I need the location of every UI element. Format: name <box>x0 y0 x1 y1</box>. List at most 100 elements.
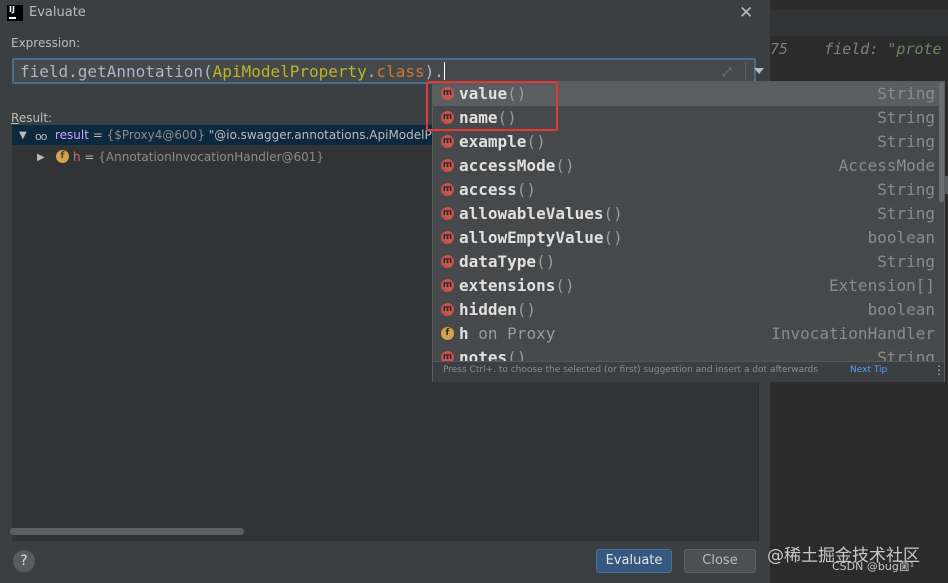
expression-text[interactable]: field.getAnnotation(ApiModelProperty.cla… <box>20 62 445 81</box>
editor-edge-marker <box>944 176 948 194</box>
close-button[interactable]: Close <box>684 549 756 573</box>
text-caret <box>443 62 445 80</box>
equals-sign: = <box>88 128 107 142</box>
annotation-highlight-box <box>426 81 558 131</box>
completion-item-label: allowEmptyValue <box>459 228 604 247</box>
method-icon: m <box>441 159 454 172</box>
completion-item-signature: () <box>516 180 537 199</box>
completion-item[interactable]: fh on Proxy InvocationHandler <box>433 322 939 346</box>
completion-item-type: String <box>877 348 935 361</box>
expression-part-dot: . <box>366 62 377 81</box>
dialog-title: Evaluate <box>29 5 86 20</box>
completion-item[interactable]: m access() String <box>433 178 939 202</box>
editor-code-line: 75 field: "prote <box>770 40 948 58</box>
expression-part-receiver: field.getAnnotation( <box>20 62 213 81</box>
completion-item-name: hidden() <box>459 300 536 319</box>
completion-item[interactable]: m accessMode() AccessMode <box>433 154 939 178</box>
completion-item-signature: () <box>555 276 575 295</box>
completion-item-signature: () <box>555 156 575 175</box>
completion-item-type: AccessMode <box>838 156 935 175</box>
evaluate-button[interactable]: Evaluate <box>596 549 672 573</box>
completion-item[interactable]: m allowableValues() String <box>433 202 939 226</box>
expression-part-close: ). <box>424 62 444 81</box>
title-bar[interactable]: IJ Evaluate ✕ <box>0 0 770 26</box>
editor-string: "prote <box>887 40 942 58</box>
completion-item-name: example() <box>459 132 546 151</box>
completion-item-label: dataType <box>459 252 537 271</box>
method-icon: m <box>441 207 454 220</box>
variable-id: {AnnotationInvocationHandler@601} <box>98 150 325 164</box>
help-button[interactable]: ? <box>13 550 35 572</box>
completion-item[interactable]: m allowEmptyValue() boolean <box>433 226 939 250</box>
dropdown-separator <box>745 62 746 80</box>
expression-part-keyword: class <box>376 62 425 81</box>
field-icon: f <box>441 327 454 340</box>
variable-value: "@io.swagger.annotations.ApiModelProp <box>208 128 452 142</box>
completion-item-type: InvocationHandler <box>771 324 935 343</box>
completion-item-label: extensions <box>459 276 556 295</box>
result-label-mnemonic: R <box>11 111 19 125</box>
completion-item-name: allowEmptyValue() <box>459 228 623 247</box>
method-icon: m <box>441 303 454 316</box>
watch-glasses-icon: oo <box>35 130 48 143</box>
variable-name: result <box>55 128 89 142</box>
expression-label: Expression: <box>11 36 81 50</box>
variable-id: {$Proxy4@600} <box>106 128 209 142</box>
completion-item[interactable]: m extensions() Extension[] <box>433 274 939 298</box>
completion-item-signature: () <box>516 300 537 319</box>
completion-item-label: accessMode <box>459 156 556 175</box>
completion-item-signature: () <box>526 132 546 151</box>
chevron-down-icon[interactable]: ▼ <box>19 130 27 141</box>
close-icon[interactable]: ✕ <box>739 3 753 23</box>
expression-part-class: ApiModelProperty <box>212 62 367 81</box>
completion-item-type: String <box>877 180 935 199</box>
completion-item[interactable]: m hidden() boolean <box>433 298 939 322</box>
equals-sign: = <box>80 150 99 164</box>
method-icon: m <box>441 255 454 268</box>
completion-item-signature: on Proxy <box>468 324 556 343</box>
completion-item-name: access() <box>459 180 536 199</box>
completion-item-label: notes <box>459 348 508 361</box>
method-icon: m <box>441 135 454 148</box>
completion-item[interactable]: m dataType() String <box>433 250 939 274</box>
completion-item-type: String <box>877 84 935 103</box>
next-tip-link[interactable]: Next Tip <box>850 365 887 375</box>
result-label-rest: esult: <box>18 111 53 125</box>
more-options-icon[interactable]: ⋮ <box>933 363 945 377</box>
completion-item-name: extensions() <box>459 276 575 295</box>
watermark-csdn: CSDN @bug菌¹ <box>832 560 915 573</box>
completion-item-name: dataType() <box>459 252 555 271</box>
completion-item-label: allowableValues <box>459 204 604 223</box>
chevron-right-icon[interactable]: ▶ <box>37 152 45 163</box>
history-dropdown-icon[interactable] <box>754 68 764 74</box>
completion-item-type: String <box>877 132 935 151</box>
completion-item-signature: () <box>603 228 623 247</box>
completion-item-signature: () <box>536 252 556 271</box>
method-icon: m <box>441 351 454 361</box>
completion-item-label: h <box>459 324 469 343</box>
completion-item-type: boolean <box>867 228 935 247</box>
horizontal-scrollbar[interactable] <box>10 528 244 535</box>
completion-item-label: access <box>459 180 517 199</box>
method-icon: m <box>441 183 454 196</box>
editor-keyword: field: <box>824 40 879 58</box>
completion-item-type: String <box>877 204 935 223</box>
variable-name: h <box>73 150 81 164</box>
tree-row-text: result = {$Proxy4@600} "@io.swagger.anno… <box>55 128 451 142</box>
completion-item-signature: () <box>507 348 527 361</box>
completion-item[interactable]: m notes() String <box>433 346 939 361</box>
result-label: Result: <box>11 111 52 125</box>
completion-item-name: allowableValues() <box>459 204 623 223</box>
field-icon: f <box>56 150 69 163</box>
completion-item-type: String <box>877 108 935 127</box>
completion-item-type: Extension[] <box>829 276 935 295</box>
intellij-logo-icon: IJ <box>7 5 23 21</box>
completion-item[interactable]: m example() String <box>433 130 939 154</box>
footer-hint: Press Ctrl+. to choose the selected (or … <box>443 365 819 375</box>
expand-icon[interactable]: ⤢ <box>722 65 732 80</box>
completion-item-label: example <box>459 132 527 151</box>
tree-row-text: h = {AnnotationInvocationHandler@601} <box>73 150 324 164</box>
completion-item-name: accessMode() <box>459 156 575 175</box>
completion-item-name: notes() <box>459 348 526 361</box>
completion-item-type: boolean <box>867 300 935 319</box>
